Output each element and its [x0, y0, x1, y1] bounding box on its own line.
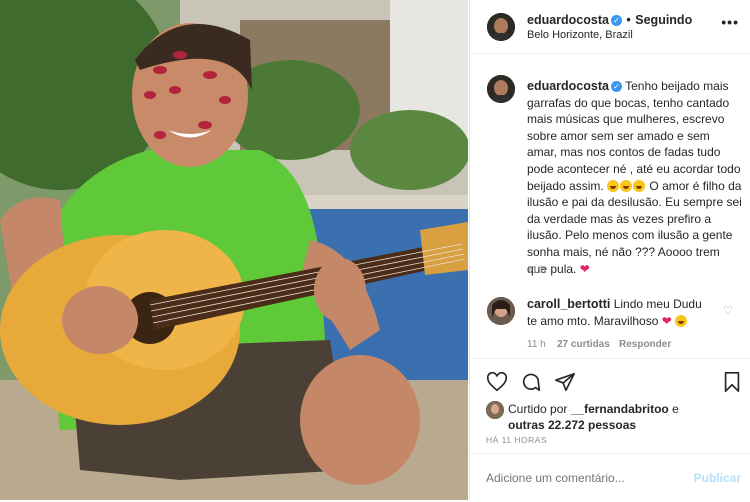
red-heart-icon: ❤ — [579, 261, 590, 276]
comment-time[interactable]: 11 h — [527, 339, 546, 350]
caption-text-1: Tenho beijado mais garrafas do que bocas… — [527, 79, 741, 193]
post-caption: eduardocosta ✓ Tenho beijado mais garrafa… — [527, 78, 742, 277]
post-location[interactable]: Belo Horizonte, Brazil — [527, 29, 633, 41]
like-heart-icon[interactable] — [486, 371, 508, 393]
liked-by-user[interactable]: __fernandabritoo — [571, 402, 669, 416]
post-sidebar: eduardocosta ✓ • Seguindo Belo Horizonte,… — [469, 0, 750, 500]
heart-eyes-emoji-icon — [675, 314, 688, 327]
post-header: eduardocosta ✓ • Seguindo Belo Horizonte,… — [470, 0, 750, 54]
liked-by-prefix: Curtido por — [508, 402, 568, 416]
photo-illustration — [0, 0, 468, 500]
caption-text-2: O amor é filho da ilusão e pai da desilu… — [527, 178, 742, 276]
add-comment-input[interactable] — [486, 471, 666, 485]
bookmark-icon[interactable] — [722, 371, 742, 393]
liked-by-others[interactable]: outras 22.272 pessoas — [508, 418, 636, 432]
comment-item: caroll_bertotti Lindo meu Dudu te amo mt… — [527, 296, 707, 329]
follow-separator: • — [626, 13, 631, 27]
post-photo[interactable] — [0, 0, 468, 500]
caption-username[interactable]: eduardocosta — [527, 79, 609, 93]
commenter-username[interactable]: caroll_bertotti — [527, 297, 610, 311]
comment-likes[interactable]: 27 curtidas — [557, 339, 610, 350]
post-timestamp[interactable]: HÁ 11 HORAS — [486, 435, 547, 445]
more-options-icon[interactable]: ••• — [721, 14, 739, 30]
author-avatar[interactable] — [487, 13, 515, 41]
following-button[interactable]: Seguindo — [635, 13, 692, 27]
comment-bubble-icon[interactable] — [520, 371, 542, 393]
author-username[interactable]: eduardocosta — [527, 13, 609, 27]
comment-like-icon[interactable]: ♡ — [723, 304, 733, 317]
caption-time[interactable]: 11 h — [527, 265, 546, 276]
author-line: eduardocosta ✓ • Seguindo — [527, 11, 692, 29]
verified-badge-icon: ✓ — [610, 15, 622, 26]
verified-badge-icon: ✓ — [610, 81, 622, 92]
publish-button[interactable]: Publicar — [694, 471, 741, 485]
caption-avatar[interactable] — [487, 75, 515, 103]
commenter-avatar[interactable] — [487, 297, 515, 325]
laughing-emoji-icon — [607, 179, 646, 193]
post-actions: Curtido por __fernandabritoo e outras 22… — [470, 358, 750, 501]
add-comment-bar: Publicar — [470, 453, 750, 502]
red-heart-icon: ❤ — [661, 313, 672, 328]
liked-by: Curtido por __fernandabritoo e outras 22… — [508, 401, 738, 433]
comment-reply-button[interactable]: Responder — [619, 339, 671, 350]
liked-by-connector: e — [672, 402, 679, 416]
liker-avatar[interactable] — [486, 401, 504, 419]
share-send-icon[interactable] — [554, 371, 576, 393]
